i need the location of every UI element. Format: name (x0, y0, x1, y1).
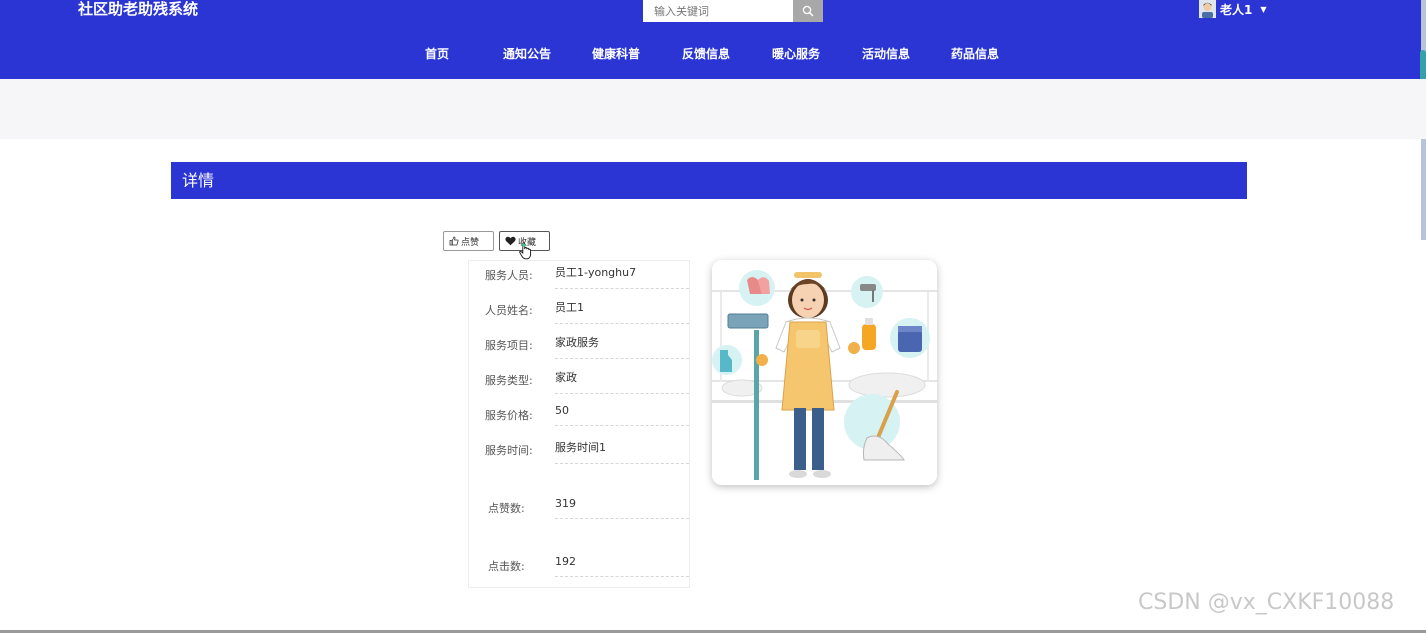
field-label: 点赞数: (488, 502, 525, 515)
field-value: 家政 (555, 369, 689, 394)
site-title: 社区助老助残系统 (78, 0, 199, 18)
service-image (712, 260, 937, 485)
field-label: 服务价格: (485, 409, 533, 422)
field-value: 319 (555, 497, 689, 519)
like-button-label: 点赞 (461, 237, 480, 248)
field-value: 家政服务 (555, 334, 689, 359)
search-button[interactable] (793, 0, 823, 22)
caret-down-icon[interactable]: ▼ (1260, 5, 1266, 14)
field-label: 点击数: (488, 560, 525, 573)
detail-title: 详情 (182, 171, 215, 190)
field-label: 人员姓名: (485, 304, 533, 317)
search-icon (802, 5, 814, 17)
detail-title-bar: 详情 (171, 162, 1247, 199)
search-input[interactable] (643, 0, 793, 22)
watermark-text: CSDN @vx_CXKF10088 (1138, 590, 1395, 615)
field-label: 服务时间: (485, 444, 533, 457)
user-menu[interactable]: 老人1 ▼ (1199, 0, 1267, 18)
nav-item-notice[interactable]: 通知公告 (503, 45, 551, 62)
nav-item-health[interactable]: 健康科普 (592, 45, 640, 62)
nav-item-home[interactable]: 首页 (425, 45, 449, 62)
field-label: 服务类型: (485, 374, 533, 387)
field-value: 服务时间1 (555, 439, 689, 464)
field-value: 员工1-yonghu7 (555, 264, 689, 289)
nav-item-service[interactable]: 暖心服务 (772, 45, 820, 62)
housekeeper-illustration (712, 260, 937, 485)
nav-item-activity[interactable]: 活动信息 (862, 45, 910, 62)
field-label: 服务项目: (485, 339, 533, 352)
field-value: 192 (555, 555, 689, 577)
nav-item-medicine[interactable]: 药品信息 (951, 45, 999, 62)
banner-strip (0, 79, 1426, 139)
field-value: 员工1 (555, 299, 689, 324)
thumbs-up-icon (449, 236, 459, 246)
field-label: 服务人员: (485, 269, 533, 282)
heart-icon (505, 236, 516, 246)
nav-item-feedback[interactable]: 反馈信息 (682, 45, 730, 62)
main-nav: 首页 通知公告 健康科普 反馈信息 暖心服务 活动信息 药品信息 (0, 45, 1426, 65)
hand-cursor-icon (519, 242, 532, 260)
top-header: 社区助老助残系统 老人1 ▼ 首页 通知公告 健康科普 反馈信息 暖心服务 活动… (0, 0, 1426, 79)
user-name: 老人1 (1220, 2, 1253, 17)
like-button[interactable]: 点赞 (443, 231, 494, 251)
avatar-icon (1199, 0, 1216, 18)
field-value: 50 (555, 404, 689, 426)
service-info-panel: 服务人员: 员工1-yonghu7 人员姓名: 员工1 服务项目: 家政服务 服… (468, 260, 690, 588)
